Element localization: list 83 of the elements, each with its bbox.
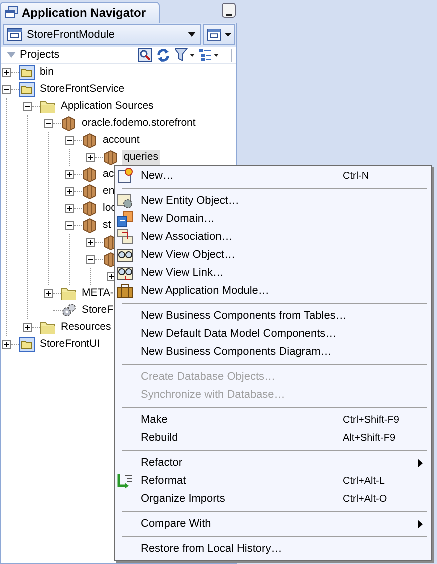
expand-icon[interactable] (65, 170, 74, 179)
tree-item[interactable]: st (101, 218, 114, 233)
module-dropdown[interactable]: StoreFrontModule (3, 24, 201, 45)
module-name: StoreFrontModule (27, 28, 116, 40)
menu-item[interactable]: New Default Data Model Components… (117, 325, 431, 343)
menu-item[interactable]: Rebuild Alt+Shift-F9 (117, 429, 431, 447)
glasses-document-icon (117, 246, 134, 264)
list-options-icon[interactable] (199, 48, 219, 62)
windows-icon (5, 6, 19, 20)
tree-item[interactable]: Application Sources (59, 99, 156, 114)
menu-item[interactable]: Make Ctrl+Shift-F9 (117, 411, 431, 429)
filter-icon[interactable] (175, 48, 195, 62)
tree-item[interactable]: en (101, 184, 117, 199)
tree-item[interactable]: bin (38, 65, 56, 80)
menu-item[interactable]: Compare With (117, 515, 431, 533)
package-icon (82, 218, 98, 234)
menu-item[interactable]: New Application Module… (117, 282, 431, 300)
package-icon (82, 166, 98, 182)
collapse-icon[interactable] (86, 255, 95, 264)
menu-item[interactable]: New Domain… (117, 210, 431, 228)
section-label: Projects (20, 49, 60, 61)
menu-item[interactable]: New… Ctrl-N (117, 167, 431, 185)
menu-item[interactable]: New Business Components Diagram… (117, 343, 431, 361)
dropdown-arrow-icon (224, 32, 231, 36)
panel-tab[interactable]: Application Navigator (0, 2, 160, 23)
minimize-button[interactable] (222, 3, 236, 18)
package-icon (103, 150, 119, 166)
menu-item[interactable]: New View Link… (117, 264, 431, 282)
package-icon (82, 200, 98, 216)
briefcase-icon (117, 282, 134, 300)
project-folder-icon (19, 336, 35, 352)
tree-item[interactable]: StoreF (80, 303, 116, 318)
expand-icon[interactable] (23, 323, 32, 332)
expand-icon[interactable] (86, 238, 95, 247)
expand-icon[interactable] (107, 272, 116, 281)
expand-icon[interactable] (65, 187, 74, 196)
project-folder-icon (19, 82, 35, 98)
package-icon (82, 184, 98, 200)
refresh-icon[interactable] (156, 48, 171, 62)
tree-item[interactable]: oracle.fodemo.storefront (80, 116, 198, 131)
expand-icon[interactable] (44, 289, 53, 298)
project-folder-icon (19, 64, 35, 80)
tree-item[interactable]: account (101, 133, 142, 148)
folder-icon (61, 286, 77, 302)
search-icon[interactable] (138, 48, 152, 62)
linked-documents-icon (117, 228, 134, 246)
dropdown-arrow-icon (188, 32, 196, 37)
tree-item[interactable]: StoreFrontUI (38, 337, 102, 352)
collapse-icon[interactable] (44, 119, 53, 128)
new-document-icon (117, 168, 134, 184)
expand-icon[interactable] (86, 153, 95, 162)
glasses-link-icon (117, 264, 134, 282)
tree-item[interactable]: ac (101, 167, 116, 182)
gear-document-icon (117, 192, 134, 210)
menu-item[interactable]: New Business Components from Tables… (117, 307, 431, 325)
menu-item[interactable]: Refactor (117, 454, 431, 472)
view-dropdown[interactable] (203, 24, 235, 45)
menu-item[interactable]: New View Object… (117, 246, 431, 264)
expand-icon[interactable] (65, 204, 74, 213)
package-icon (82, 132, 98, 148)
collapse-icon[interactable] (2, 85, 11, 94)
folder-icon (40, 320, 56, 336)
folder-icon (40, 98, 56, 114)
menu-item[interactable]: Organize Imports Ctrl+Alt-O (117, 490, 431, 508)
tree-item[interactable]: queries (122, 150, 160, 165)
tree-item[interactable]: Resources (59, 320, 114, 335)
menu-item[interactable]: Reformat Ctrl+Alt-L (117, 472, 431, 490)
menu-item[interactable]: New Association… (117, 228, 431, 246)
menu-item[interactable]: Restore from Local History… (117, 540, 431, 558)
letter-tiles-icon (117, 210, 134, 228)
tree-item[interactable]: StoreFrontService (38, 82, 127, 97)
gears-icon (61, 302, 77, 318)
window-icon (7, 28, 23, 42)
collapse-icon[interactable] (23, 102, 32, 111)
expand-icon[interactable] (2, 340, 11, 349)
package-icon (61, 116, 77, 132)
expand-icon[interactable] (2, 68, 11, 77)
reformat-icon (117, 472, 134, 490)
tree-item[interactable]: META- (80, 286, 116, 301)
collapse-icon[interactable] (65, 136, 74, 145)
window-icon (207, 28, 222, 42)
menu-item[interactable]: New Entity Object… (117, 192, 431, 210)
collapse-icon[interactable] (65, 221, 74, 230)
